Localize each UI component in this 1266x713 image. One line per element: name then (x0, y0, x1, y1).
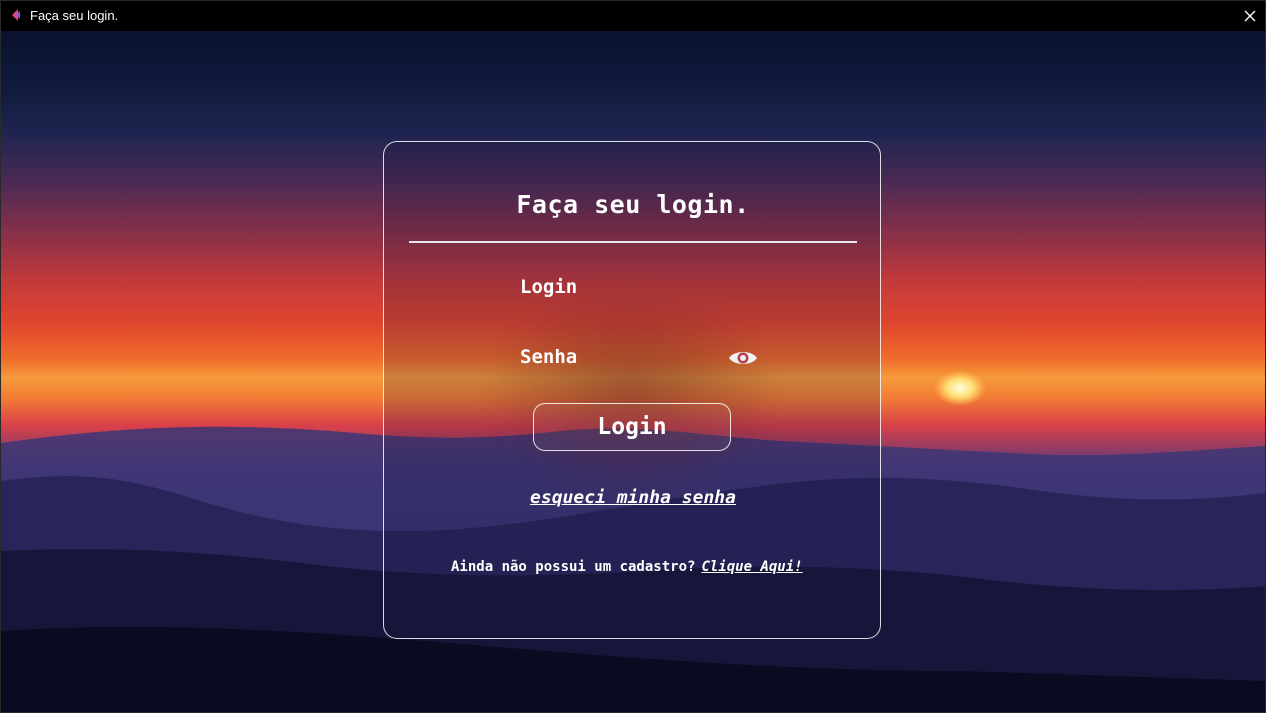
window-title: Faça seu login. (30, 8, 119, 23)
close-button[interactable] (1234, 0, 1266, 31)
close-icon (1244, 10, 1256, 21)
page-title: Faça seu login. (516, 190, 750, 219)
eye-icon[interactable] (727, 345, 759, 371)
password-field[interactable]: Senha (520, 346, 577, 368)
app-logo-icon (12, 9, 20, 21)
signup-link[interactable]: Clique Aqui! (701, 559, 802, 575)
login-field[interactable]: Login (520, 276, 577, 298)
signup-prompt: Ainda não possui um cadastro? (451, 559, 696, 575)
window-titlebar: Faça seu login. (0, 0, 1266, 31)
signup-row: Ainda não possui um cadastro? Clique Aqui… (451, 559, 803, 575)
sun (935, 371, 985, 405)
title-divider (409, 241, 857, 243)
login-button[interactable]: Login (533, 403, 731, 451)
forgot-password-link[interactable]: esqueci minha senha (0, 487, 1266, 508)
